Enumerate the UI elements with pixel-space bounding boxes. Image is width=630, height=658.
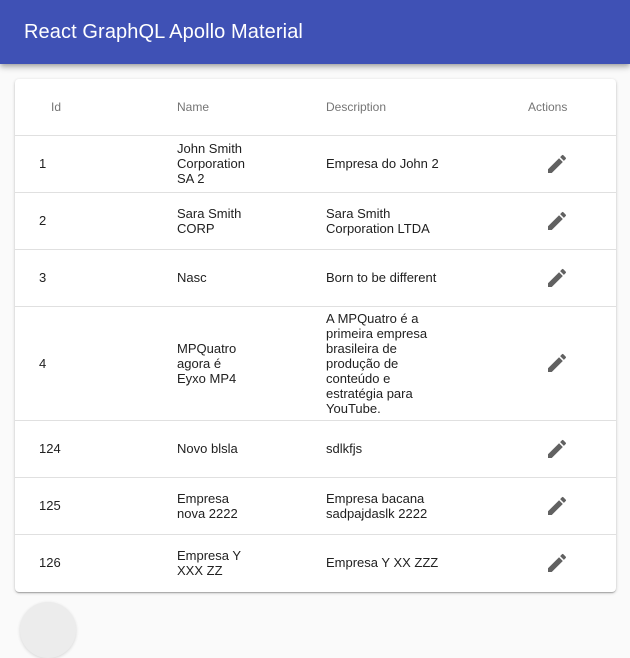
cell-name: Empresa nova 2222 [177,477,326,535]
cell-name-text: Nasc [177,270,207,285]
cell-name-text: Sara Smith CORP [177,205,242,236]
cell-id: 2 [15,192,177,250]
cell-name-text: MPQuatro agora é Eyxo MP4 [177,340,237,386]
edit-button[interactable] [533,254,581,302]
edit-button[interactable] [533,197,581,245]
cell-description-text: Empresa do John 2 [326,156,439,171]
cell-actions [528,135,616,193]
column-header-actions: Actions [528,79,616,136]
companies-table: Id Name Description Actions 1 John Smith… [15,79,616,591]
cell-name-text: John Smith Corporation SA 2 [177,141,245,186]
edit-icon [548,553,567,572]
cell-actions [528,534,616,591]
edit-icon [548,211,567,230]
edit-button[interactable] [533,140,581,188]
table-row: 3 Nasc Born to be different [15,249,616,307]
cell-name-text: Empresa nova 2222 [177,490,238,521]
cell-actions [528,306,616,421]
cell-name: Nasc [177,249,326,307]
app-bar: React GraphQL Apollo Material [0,0,630,64]
cell-name: John Smith Corporation SA 2 [177,135,326,193]
cell-name: Empresa Y XXX ZZ [177,534,326,591]
cell-description-text: Empresa Y XX ZZZ [326,555,439,571]
cell-name: MPQuatro agora é Eyxo MP4 [177,306,326,421]
edit-button[interactable] [533,339,581,387]
cell-description: Empresa bacana sadpajdaslk 2222 [326,477,528,535]
cell-description: Empresa Y XX ZZZ [326,534,528,591]
cell-description: Born to be different [326,249,528,307]
cell-actions [528,420,616,478]
cell-actions [528,249,616,307]
edit-button[interactable] [533,425,581,473]
column-header-description: Description [326,79,528,136]
cell-id: 125 [15,477,177,535]
cell-id: 1 [15,135,177,193]
table-row: 1 John Smith Corporation SA 2 Empresa do… [15,135,616,193]
column-header-id: Id [15,79,177,136]
cell-description-text: Sara Smith Corporation LTDA [326,205,430,236]
cell-id: 4 [15,306,177,421]
companies-table-card: Id Name Description Actions 1 John Smith… [15,79,616,592]
table-row: 125 Empresa nova 2222 Empresa bacana sad… [15,477,616,535]
floating-action-button[interactable] [20,602,76,658]
cell-description-text: Empresa bacana sadpajdaslk 2222 [326,490,428,521]
table-row: 126 Empresa Y XXX ZZ Empresa Y XX ZZZ [15,534,616,591]
cell-description: Empresa do John 2 [326,135,528,193]
app-title: React GraphQL Apollo Material [24,21,303,43]
cell-name-text: Empresa Y XXX ZZ [177,547,241,578]
cell-name: Novo blsla [177,420,326,478]
cell-description-text: A MPQuatro é a primeira empresa brasilei… [326,310,428,416]
table-row: 2 Sara Smith CORP Sara Smith Corporation… [15,192,616,250]
column-header-name: Name [177,79,326,136]
table-body: 1 John Smith Corporation SA 2 Empresa do… [15,135,616,591]
cell-description-text: sdlkfjs [326,441,363,456]
cell-actions [528,192,616,250]
table-header: Id Name Description Actions [15,79,616,136]
cell-name: Sara Smith CORP [177,192,326,250]
edit-icon [548,268,567,287]
edit-icon [548,496,567,515]
edit-icon [548,353,567,372]
cell-actions [528,477,616,535]
edit-button[interactable] [533,482,581,530]
cell-description: sdlkfjs [326,420,528,478]
table-header-row: Id Name Description Actions [15,79,616,136]
cell-description-text: Born to be different [326,270,437,285]
cell-description: A MPQuatro é a primeira empresa brasilei… [326,306,528,421]
table-row: 124 Novo blsla sdlkfjs [15,420,616,478]
cell-id: 124 [15,420,177,478]
edit-icon [548,439,567,458]
cell-description: Sara Smith Corporation LTDA [326,192,528,250]
edit-button[interactable] [533,539,581,587]
table-row: 4 MPQuatro agora é Eyxo MP4 A MPQuatro é… [15,306,616,421]
cell-name-text: Novo blsla [177,441,238,456]
edit-icon [548,154,567,173]
cell-id: 3 [15,249,177,307]
cell-id: 126 [39,555,61,571]
